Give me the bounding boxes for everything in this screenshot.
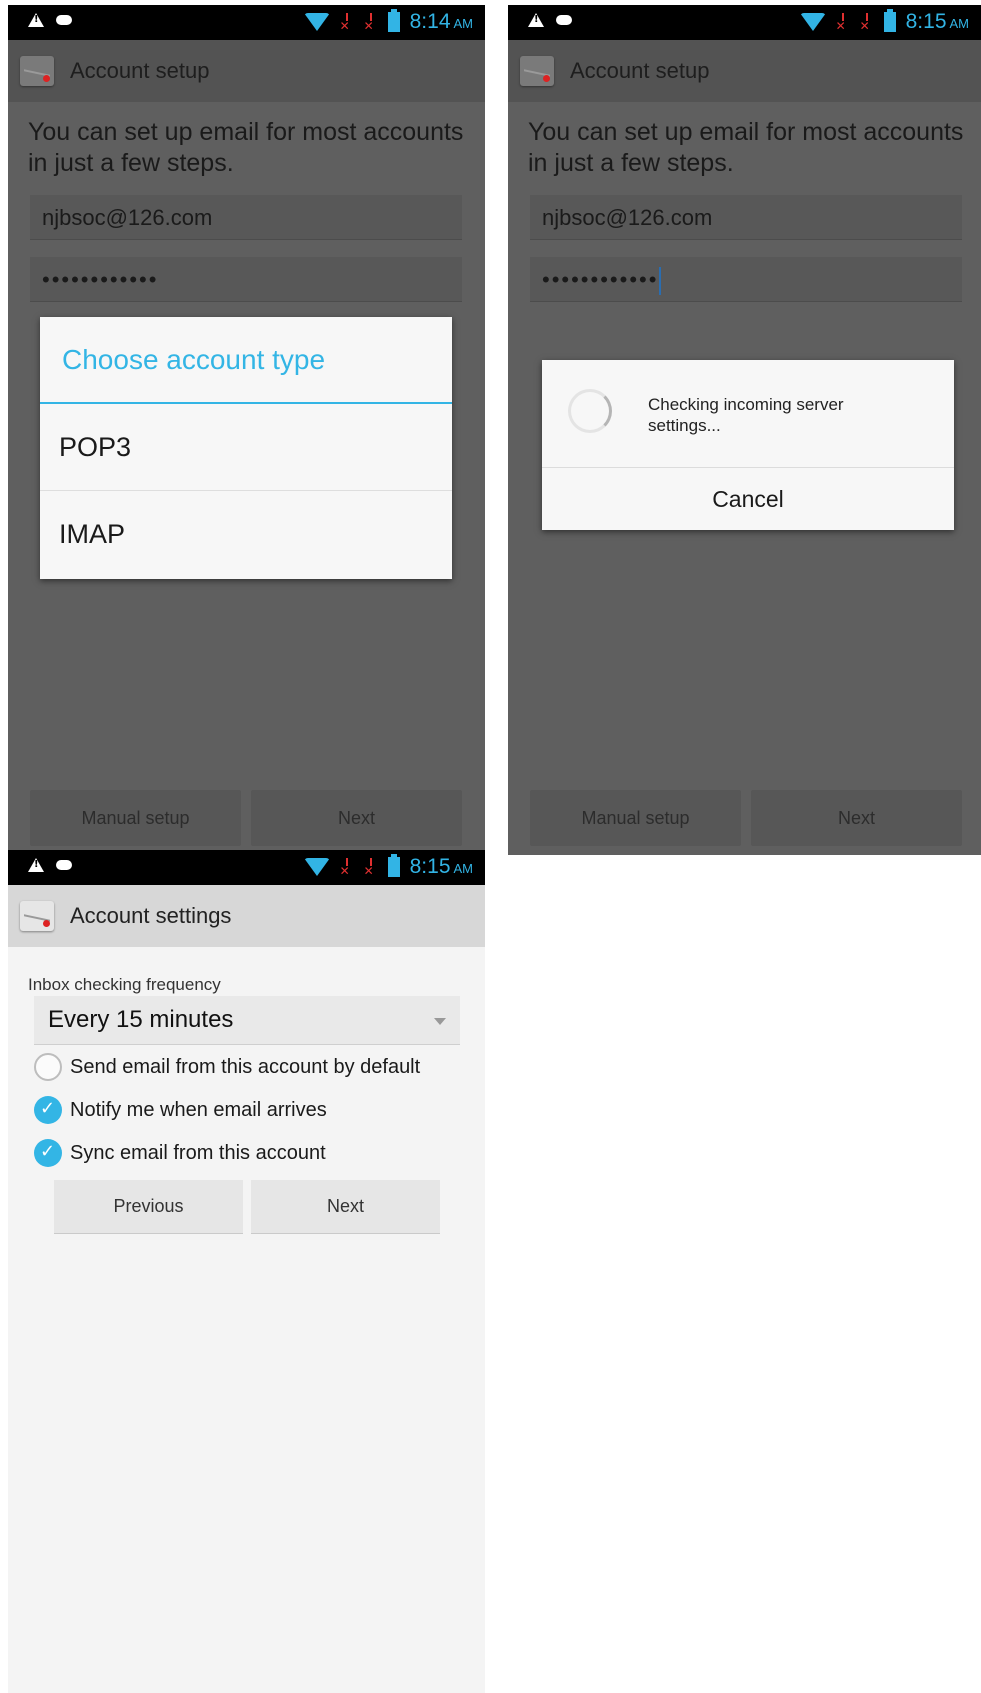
text-cursor [659, 267, 662, 296]
wifi-icon [303, 13, 330, 31]
no-signal-icon [364, 858, 378, 878]
frequency-label: Inbox checking frequency [28, 975, 221, 994]
no-signal-icon [364, 13, 378, 33]
page-title: Account settings [70, 903, 232, 928]
password-field[interactable]: •••••••••••• [30, 257, 462, 302]
button-bar: Manual setup Next [530, 790, 962, 846]
status-clock: 8:15 AM [905, 10, 969, 33]
screen-choose-account-type: 8:14AM Account setup You can set up emai… [8, 5, 485, 855]
wifi-icon [303, 858, 330, 876]
manual-setup-button[interactable]: Manual setup [530, 790, 741, 846]
frequency-dropdown[interactable]: Every 15 minutes [34, 996, 460, 1045]
previous-button[interactable]: Previous [54, 1180, 243, 1234]
cancel-button[interactable]: Cancel [542, 468, 954, 530]
next-button[interactable]: Next [251, 790, 462, 846]
loading-spinner-icon [568, 389, 612, 433]
status-clock: 8:14 AM [409, 10, 473, 33]
chat-icon [556, 15, 572, 25]
status-bar: 8:14AM [8, 5, 485, 40]
choose-account-type-dialog: Choose account type POP3 IMAP [40, 317, 452, 579]
option-pop3[interactable]: POP3 [40, 404, 452, 491]
status-bar: 8:15AM [8, 850, 485, 885]
button-bar: Previous Next [54, 1180, 440, 1234]
next-button[interactable]: Next [251, 1180, 440, 1234]
notify-checkbox[interactable]: Notify me when email arrives [34, 1091, 327, 1129]
status-clock: 8:15 AM [409, 855, 473, 878]
warning-icon [28, 13, 44, 27]
battery-icon [387, 9, 400, 32]
battery-icon [387, 854, 400, 877]
default-account-checkbox[interactable]: Send email from this account by default [34, 1048, 420, 1086]
dialog-title: Choose account type [40, 317, 452, 404]
battery-icon [883, 9, 896, 32]
chat-icon [56, 15, 72, 25]
action-bar: Account setup [508, 40, 981, 102]
intro-text: You can set up email for most accounts i… [528, 118, 964, 177]
action-bar: Account setup [8, 40, 485, 102]
chat-icon [56, 860, 72, 870]
spinner-arrow-icon [434, 1018, 446, 1025]
email-field[interactable]: njbsoc@126.com [530, 195, 962, 240]
email-app-icon[interactable] [20, 56, 54, 86]
warning-icon [28, 858, 44, 872]
sync-checkbox[interactable]: Sync email from this account [34, 1134, 326, 1172]
progress-dialog: Checking incoming server settings... Can… [542, 360, 954, 530]
screen-account-settings: 8:15AM Account settings Inbox checking f… [8, 850, 485, 1693]
screen-checking-server: 8:15AM Account setup You can set up emai… [508, 5, 981, 855]
next-button[interactable]: Next [751, 790, 962, 846]
manual-setup-button[interactable]: Manual setup [30, 790, 241, 846]
option-imap[interactable]: IMAP [40, 491, 452, 577]
no-signal-icon [340, 13, 354, 33]
check-icon[interactable] [34, 1139, 62, 1167]
wifi-icon [799, 13, 826, 31]
email-app-icon[interactable] [520, 56, 554, 86]
password-field[interactable]: •••••••••••• [530, 257, 962, 302]
intro-text: You can set up email for most accounts i… [28, 118, 464, 177]
email-app-icon[interactable] [20, 901, 54, 931]
page-title: Account setup [70, 58, 210, 83]
button-bar: Manual setup Next [30, 790, 462, 846]
action-bar: Account settings [8, 885, 485, 947]
no-signal-icon [836, 13, 850, 33]
page-title: Account setup [570, 58, 710, 83]
progress-message: Checking incoming server settings... [648, 395, 844, 435]
status-bar: 8:15AM [508, 5, 981, 40]
email-field[interactable]: njbsoc@126.com [30, 195, 462, 240]
no-signal-icon [860, 13, 874, 33]
no-signal-icon [340, 858, 354, 878]
checkbox-unchecked-icon[interactable] [34, 1053, 62, 1081]
check-icon[interactable] [34, 1096, 62, 1124]
warning-icon [528, 13, 544, 27]
